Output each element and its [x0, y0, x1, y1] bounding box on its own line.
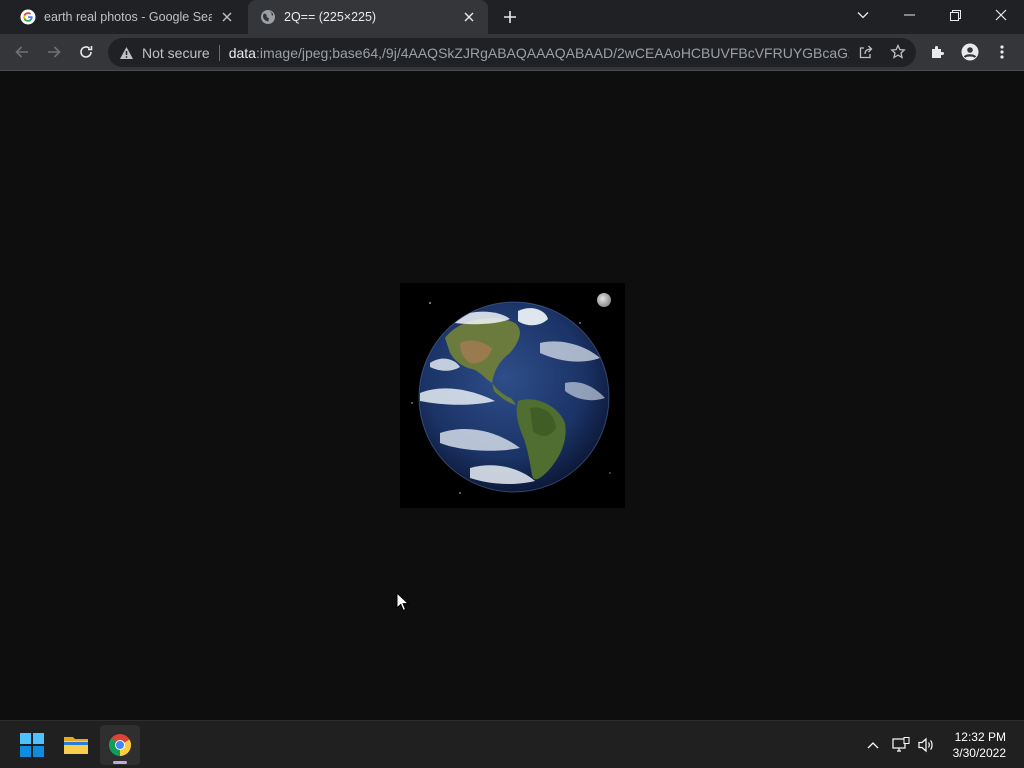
tab-google-search[interactable]: earth real photos - Google Search — [8, 0, 246, 34]
clock[interactable]: 12:32 PM 3/30/2022 — [953, 729, 1006, 761]
star-icon — [890, 44, 906, 59]
browser-toolbar: Not secure data:image/jpeg;base64,/9j/4A… — [0, 34, 1024, 71]
close-icon[interactable] — [460, 8, 478, 26]
close-icon — [995, 9, 1007, 21]
restore-button[interactable] — [932, 0, 978, 30]
back-button[interactable] — [8, 38, 36, 66]
minimize-icon — [903, 14, 915, 16]
url-rest: :image/jpeg;base64,/9j/4AAQSkZJRgABAQAAA… — [255, 44, 849, 61]
forward-button[interactable] — [40, 38, 68, 66]
file-explorer-icon — [64, 737, 88, 754]
chevron-up-icon — [867, 742, 879, 749]
puzzle-icon — [932, 46, 944, 58]
tab-title: earth real photos - Google Search — [44, 10, 212, 24]
tab-title: 2Q== (225×225) — [284, 10, 377, 24]
url-scheme: data — [228, 44, 256, 61]
arrow-right-icon — [48, 46, 61, 58]
speaker-icon — [918, 737, 933, 753]
minimize-button[interactable] — [886, 0, 932, 30]
taskbar: 12:32 PM 3/30/2022 — [0, 720, 1024, 768]
page-viewport — [0, 71, 1024, 720]
close-window-button[interactable] — [978, 0, 1024, 30]
file-explorer-button[interactable] — [56, 725, 96, 765]
share-button[interactable] — [854, 40, 878, 64]
url-text[interactable]: data:image/jpeg;base64,/9j/4AAQSkZJRgABA… — [229, 45, 849, 61]
security-status-label[interactable]: Not secure — [142, 45, 210, 61]
chevron-down-icon — [857, 12, 869, 19]
tab-image[interactable]: 2Q== (225×225) — [248, 0, 488, 34]
clock-time: 12:32 PM — [954, 730, 1006, 744]
start-button[interactable] — [12, 725, 52, 765]
chrome-taskbar-button[interactable] — [100, 725, 140, 765]
reload-button[interactable] — [72, 38, 100, 66]
network-icon — [892, 737, 910, 752]
displayed-image[interactable] — [400, 283, 625, 508]
warning-icon[interactable] — [118, 45, 134, 61]
close-icon[interactable] — [218, 8, 236, 26]
restore-icon — [949, 9, 961, 21]
reload-icon — [80, 46, 93, 58]
windows-start-icon — [20, 733, 44, 757]
volume-button[interactable] — [915, 733, 937, 757]
globe-icon — [260, 9, 276, 25]
earth-photo — [400, 283, 625, 508]
network-button[interactable] — [890, 733, 912, 757]
mouse-cursor-icon — [396, 592, 410, 612]
address-bar[interactable]: Not secure data:image/jpeg;base64,/9j/4A… — [108, 38, 916, 67]
account-icon — [961, 43, 979, 61]
clock-date: 3/30/2022 — [952, 746, 1006, 760]
profile-button[interactable] — [956, 38, 984, 66]
tab-strip: earth real photos - Google Search 2Q== (… — [0, 0, 1024, 34]
google-g-icon — [20, 9, 36, 25]
kebab-menu-icon — [1000, 45, 1004, 59]
omnibox-divider — [218, 44, 220, 61]
extensions-button[interactable] — [924, 38, 952, 66]
menu-button[interactable] — [988, 38, 1016, 66]
bookmark-button[interactable] — [886, 40, 910, 64]
active-app-indicator — [113, 761, 127, 764]
tab-search-button[interactable] — [840, 0, 886, 30]
arrow-left-icon — [15, 46, 28, 58]
plus-icon — [504, 11, 516, 23]
new-tab-button[interactable] — [498, 5, 522, 29]
share-icon — [859, 45, 873, 59]
chrome-icon — [109, 734, 131, 756]
show-hidden-icons-button[interactable] — [862, 733, 884, 757]
